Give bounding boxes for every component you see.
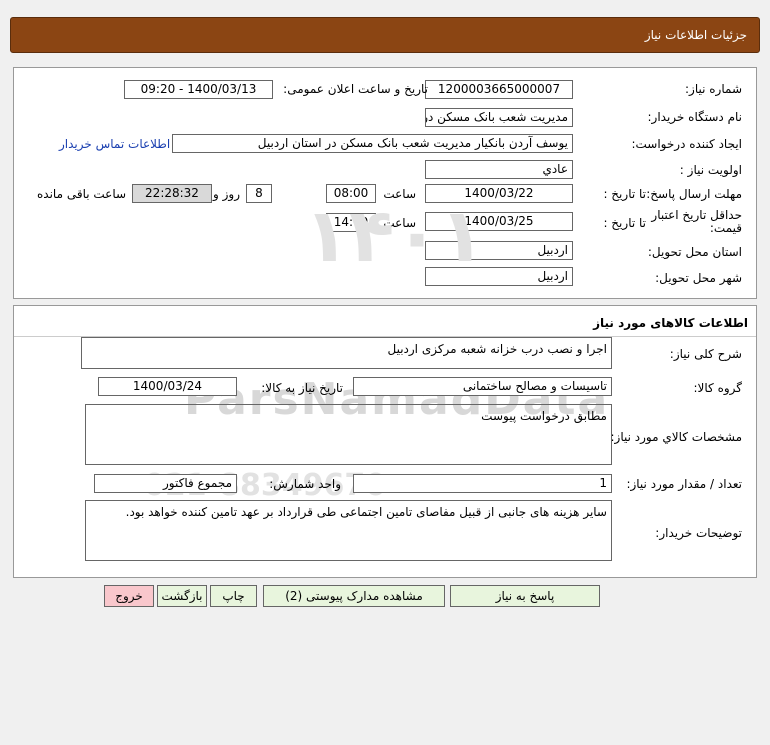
creator-label: ایجاد کننده درخواست: [631,137,742,151]
goods-group-label: گروه کالا: [693,381,743,395]
goods-group-field: تاسیسات و مصالح ساختمانی [353,377,612,396]
buyer-notes-label: توضیحات خریدار: [655,526,742,540]
delivery-province-label: استان محل تحویل: [647,245,742,259]
need-date-field: 1400/03/24 [98,377,237,396]
back-button[interactable]: بازگشت [157,585,207,607]
view-attachments-button[interactable]: مشاهده مدارک پیوستی (2) [263,585,445,607]
deadline-time-field: 08:00 [326,184,376,203]
exit-button[interactable]: خروج [104,585,154,607]
countdown-field: 22:28:32 [132,184,212,203]
remaining-days-field: 8 [246,184,272,203]
unit-field: مجموع فاکتور [94,474,237,493]
deadline-label: مهلت ارسال پاسخ: [646,187,742,201]
validity-time-label: ساعت [383,216,416,230]
delivery-city-label: شهر محل تحویل: [655,271,742,285]
buyer-org-label: نام دستگاه خریدار: [647,110,743,124]
specs-field: مطابق درخواست پیوست [85,404,612,465]
deadline-date-field: 1400/03/22 [425,184,573,203]
buyer-notes-field: سایر هزینه های جانبی از قبیل مفاصای تامی… [85,500,612,561]
announce-datetime-label: تاریخ و ساعت اعلان عمومی: [283,82,428,96]
goods-section-title: اطلاعات کالاهای مورد نیاز [593,316,748,330]
general-description-field: اجرا و نصب درب خزانه شعبه مرکزی اردبیل [81,337,612,369]
announce-datetime-field: 1400/03/13 - 09:20 [124,80,273,99]
delivery-city-field: اردبیل [425,267,573,286]
validity-date-field: 1400/03/25 [425,212,573,231]
page: { "window": { "title": "جزئیات اطلاعات ن… [0,0,770,745]
need-details-panel: شماره نیاز: 1200003665000007 تاریخ و ساع… [13,67,757,299]
quantity-label: تعداد / مقدار مورد نیاز: [626,477,742,491]
deadline-time-label: ساعت [383,187,416,201]
window-title: جزئیات اطلاعات نیاز [644,28,747,42]
validity-to-date-label: تا تاریخ : [603,216,646,230]
validity-time-field: 14:00 [326,213,376,232]
buyer-org-field: مدیریت شعب بانک مسکن در استان اردبیل [425,108,573,127]
deadline-to-date-label: تا تاریخ : [603,187,646,201]
priority-label: اولویت نیاز : [679,163,742,177]
creator-field: یوسف آردن بانکیار مدیریت شعب بانک مسکن د… [172,134,573,153]
need-date-label: تاریخ نیاز به کالا: [261,381,343,395]
price-validity-label: حداقل تاریخ اعتبار قیمت: [651,208,742,235]
quantity-field: 1 [353,474,612,493]
goods-info-panel: اطلاعات کالاهای مورد نیاز ParsNamadData … [13,305,757,578]
delivery-province-field: اردبیل [425,241,573,260]
buyer-contact-link[interactable]: اطلاعات تماس خریدار [59,137,170,151]
print-button[interactable]: چاپ [210,585,257,607]
window-title-bar: جزئیات اطلاعات نیاز [10,17,760,53]
general-description-label: شرح کلی نیاز: [669,347,742,361]
priority-field: عادي [425,160,573,179]
unit-label: واحد شمارش: [269,477,341,491]
days-label: روز و [213,187,240,201]
need-number-label: شماره نیاز: [685,82,742,96]
remaining-time-label: ساعت باقی مانده [37,187,127,201]
need-number-field: 1200003665000007 [425,80,573,99]
reply-button[interactable]: پاسخ به نیاز [450,585,600,607]
specs-label: مشخصات کالاي مورد نیاز: [610,430,742,444]
